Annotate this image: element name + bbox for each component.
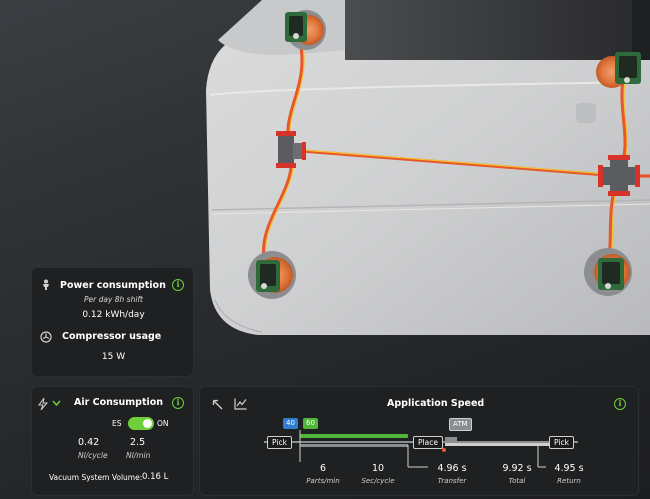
es-toggle[interactable] [128, 417, 154, 430]
air-unit-2: Nl/min [126, 451, 151, 460]
stat-value-parts: 6 [319, 463, 327, 474]
badge-blue: 40 [283, 418, 298, 429]
chevron-down-icon[interactable] [52, 400, 61, 407]
stat-label-parts: Parts/min [306, 477, 340, 485]
air-value-1: 0.42 [78, 437, 100, 448]
stat-label-cycle: Sec/cycle [361, 477, 395, 485]
stat-label-transfer: Transfer [437, 477, 467, 485]
suction-cup-bottom-left[interactable] [248, 251, 296, 299]
badge-atm: ATM [449, 418, 472, 431]
power-subtitle: Per day 8h shift [83, 295, 144, 304]
person-icon [43, 279, 49, 290]
vacuum-value: 0.16 L [142, 472, 169, 482]
power-value: 0.12 kWh/day [82, 310, 145, 320]
power-consumption-card: Power consumption i Per day 8h shift 0.1… [31, 267, 194, 377]
air-title: Air Consumption [74, 397, 164, 408]
stat-label-return: Return [557, 477, 581, 485]
power-info-icon[interactable]: i [172, 279, 184, 291]
air-value-2: 2.5 [130, 437, 146, 448]
vacuum-label: Vacuum System Volume: [49, 473, 143, 482]
window-glass [345, 0, 632, 60]
stat-value-cycle: 10 [371, 463, 385, 474]
stat-value-total: 9.92 s [502, 463, 532, 474]
air-unit-1: Nl/cycle [78, 451, 108, 460]
compressor-value: 15 W [101, 352, 126, 362]
power-title: Power consumption [60, 280, 166, 291]
fan-icon [40, 331, 52, 343]
application-speed-card: Application Speed i 40 60 ATM Pick Place… [199, 386, 639, 496]
toggle-left-label: ES [112, 419, 122, 428]
bolt-icon [38, 398, 48, 410]
toggle-right-label: ON [157, 419, 169, 428]
toggle-knob [143, 419, 152, 428]
pick-start-label[interactable]: Pick [267, 436, 292, 449]
place-label[interactable]: Place [413, 436, 443, 449]
air-info-icon[interactable]: i [172, 397, 184, 409]
stat-value-transfer: 4.96 s [437, 463, 467, 474]
compressor-title: Compressor usage [62, 331, 162, 342]
badge-green: 60 [303, 418, 318, 429]
stat-label-total: Total [508, 477, 526, 485]
air-consumption-card: Air Consumption i ES ON 0.42 Nl/cycle 2.… [31, 386, 194, 496]
suction-cup-bottom-right[interactable] [584, 248, 632, 296]
pick-end-label[interactable]: Pick [549, 436, 574, 449]
stat-value-return: 4.95 s [554, 463, 584, 474]
